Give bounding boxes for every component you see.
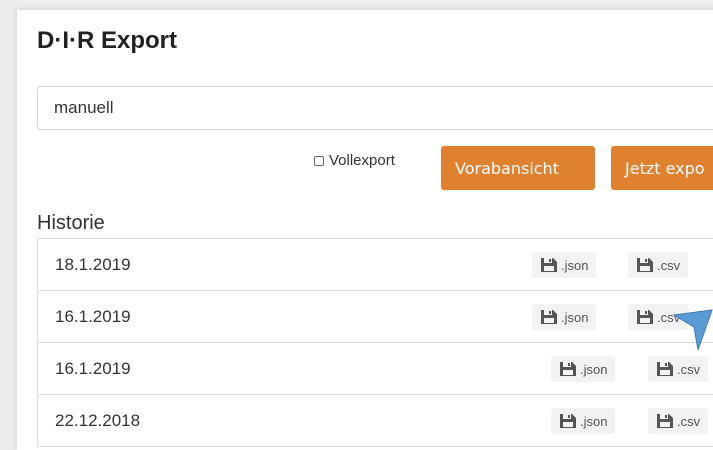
full-export-checkbox[interactable]: [314, 155, 324, 166]
history-row: 18.1.2019 .json .csv: [37, 239, 713, 291]
floppy-disk-icon: [541, 310, 557, 324]
floppy-disk-icon: [560, 362, 576, 376]
full-export-option[interactable]: Vollexport: [314, 152, 395, 169]
history-list: 18.1.2019 .json .csv 16.1.2019 .json .cs…: [37, 238, 713, 447]
csv-label: .csv: [677, 361, 701, 377]
history-row: 16.1.2019 .json .csv: [37, 291, 713, 343]
csv-label: .csv: [677, 413, 701, 429]
floppy-disk-icon: [637, 258, 653, 272]
download-json-button[interactable]: .json: [532, 304, 597, 330]
floppy-disk-icon: [541, 258, 557, 272]
history-date: 16.1.2019: [55, 307, 131, 326]
floppy-disk-icon: [637, 310, 653, 324]
json-label: .json: [561, 257, 589, 273]
download-csv-button[interactable]: .csv: [628, 252, 689, 278]
floppy-disk-icon: [657, 362, 673, 376]
history-row: 22.12.2018 .json .csv: [37, 395, 713, 447]
download-csv-button[interactable]: .csv: [648, 356, 709, 382]
history-date: 18.1.2019: [55, 255, 131, 274]
json-label: .json: [580, 413, 608, 429]
json-label: .json: [580, 361, 608, 377]
json-label: .json: [561, 309, 589, 325]
page-title: D·I·R Export: [37, 27, 177, 54]
download-json-button[interactable]: .json: [551, 356, 616, 382]
export-now-button[interactable]: Jetzt expo: [611, 146, 713, 190]
download-json-button[interactable]: .json: [532, 252, 597, 278]
download-json-button[interactable]: .json: [551, 408, 616, 434]
csv-label: .csv: [657, 257, 681, 273]
history-row: 16.1.2019 .json .csv: [37, 343, 713, 395]
floppy-disk-icon: [657, 414, 673, 428]
arrow-pointer-icon: [672, 309, 713, 350]
history-date: 16.1.2019: [55, 359, 131, 378]
search-input[interactable]: [37, 86, 713, 130]
full-export-label: Vollexport: [329, 152, 395, 169]
download-csv-button[interactable]: .csv: [648, 408, 709, 434]
preview-button[interactable]: Vorabansicht: [441, 146, 595, 190]
history-date: 22.12.2018: [55, 411, 141, 430]
history-heading: Historie: [37, 212, 105, 234]
floppy-disk-icon: [560, 414, 576, 428]
